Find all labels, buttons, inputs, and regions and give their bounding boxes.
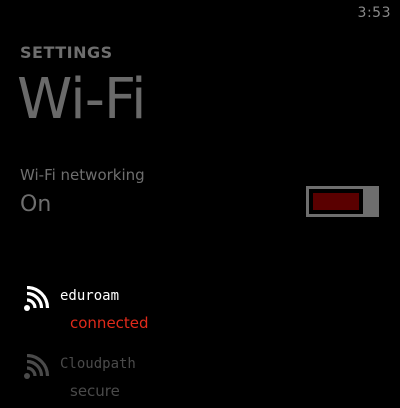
toggle-fill (313, 193, 359, 210)
toggle-thumb[interactable] (365, 186, 379, 217)
toggle-track (306, 186, 366, 217)
wifi-icon (24, 286, 50, 311)
page-title: Wi-Fi (17, 67, 147, 132)
network-item-eduroam[interactable]: eduroam connected (24, 284, 364, 340)
wifi-toggle-label: Wi-Fi networking (20, 166, 145, 184)
wifi-toggle-state: On (20, 192, 52, 217)
wifi-icon (24, 354, 50, 379)
network-name: Cloudpath (60, 356, 136, 372)
wifi-toggle-switch[interactable] (306, 186, 379, 217)
network-name: eduroam (60, 288, 120, 304)
network-status: secure (70, 382, 120, 400)
section-label: SETTINGS (20, 43, 113, 62)
network-status: connected (70, 314, 149, 332)
status-time: 3:53 (357, 5, 391, 21)
